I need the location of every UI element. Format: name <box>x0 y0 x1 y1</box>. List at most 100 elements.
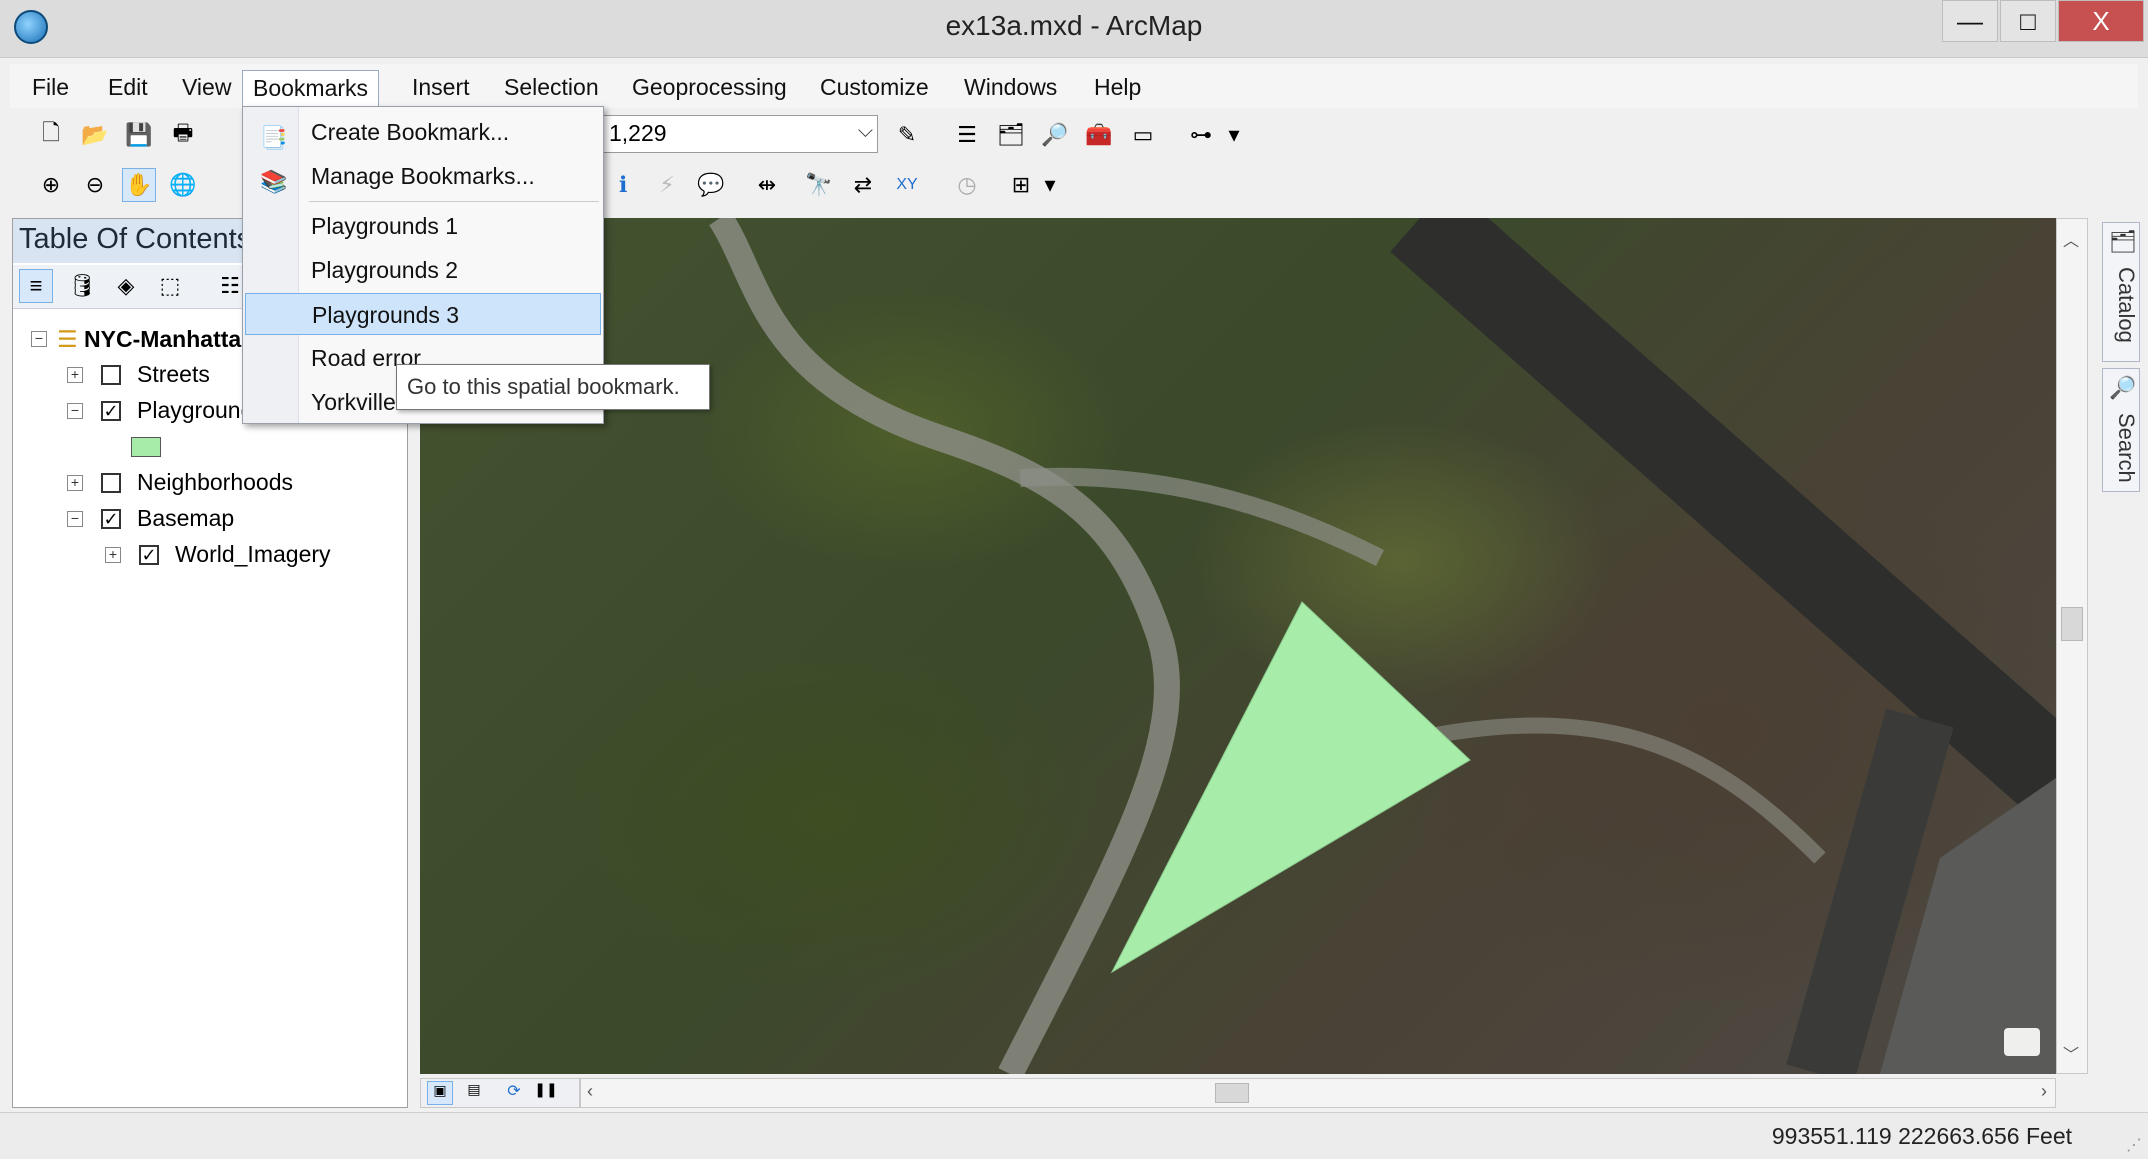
streets-layer-checkbox[interactable] <box>101 365 121 385</box>
time-slider-icon[interactable]: ◷ <box>950 168 984 202</box>
catalog-tab-label: Catalog <box>2114 267 2139 343</box>
playgrounds-symbol-swatch[interactable] <box>131 437 161 457</box>
streets-layer-label[interactable]: Streets <box>137 357 210 391</box>
world-imagery-layer-label[interactable]: World_Imagery <box>175 537 331 571</box>
menu-help[interactable]: Help <box>1084 70 1151 106</box>
collapse-data-frame-icon[interactable]: − <box>31 331 47 347</box>
menu-bar: File Edit View Bookmarks Insert Selectio… <box>10 64 2138 108</box>
map-horizontal-scrollbar[interactable]: ‹ › <box>580 1078 2056 1108</box>
scroll-right-icon[interactable]: › <box>2041 1081 2047 1102</box>
arctoolbox-icon[interactable]: 🧰 <box>1082 118 1116 152</box>
toolbar-options-icon[interactable]: ▾ <box>1040 168 1060 202</box>
menu-windows[interactable]: Windows <box>954 70 1067 106</box>
create-bookmark-icon: 📑 <box>260 125 288 150</box>
catalog-side-tab[interactable]: 🗂 Catalog <box>2102 222 2140 362</box>
html-popup-icon[interactable]: 💬 <box>694 168 728 202</box>
data-frame-name: NYC-Manhattan <box>84 326 256 352</box>
create-viewer-window-icon[interactable]: ⊞ <box>1004 168 1038 202</box>
print-icon[interactable]: 🖶 <box>166 118 200 152</box>
create-bookmark-menu-item[interactable]: 📑 Create Bookmark... <box>245 111 601 153</box>
toolbar-options-icon[interactable]: ▾ <box>1224 118 1244 152</box>
menu-selection[interactable]: Selection <box>494 70 609 106</box>
data-view-icon[interactable]: ▣ <box>427 1081 453 1105</box>
maximize-button[interactable]: □ <box>2000 0 2056 42</box>
list-by-drawing-order-icon[interactable]: ≡ <box>19 269 53 303</box>
list-by-selection-icon[interactable]: ⬚ <box>153 269 187 303</box>
close-button[interactable]: X <box>2058 0 2144 42</box>
scroll-up-icon[interactable]: ︿ <box>2063 227 2079 251</box>
bookmark-playgrounds-1[interactable]: Playgrounds 1 <box>245 205 601 247</box>
basemap-layer-checkbox[interactable]: ✓ <box>101 509 121 529</box>
world-imagery-layer-checkbox[interactable]: ✓ <box>139 545 159 565</box>
map-tips-icon[interactable] <box>2004 1028 2040 1056</box>
collapse-layer-icon[interactable]: − <box>67 403 83 419</box>
map-vertical-scrollbar[interactable]: ︿ ﹀ <box>2056 218 2088 1074</box>
open-folder-icon[interactable]: 📂 <box>78 118 112 152</box>
horizontal-scroll-thumb[interactable] <box>1215 1083 1249 1103</box>
menu-edit[interactable]: Edit <box>98 70 158 106</box>
table-of-contents-icon[interactable]: ☰ <box>950 118 984 152</box>
scroll-left-icon[interactable]: ‹ <box>587 1081 593 1102</box>
scroll-down-icon[interactable]: ﹀ <box>2063 1041 2079 1065</box>
map-view-controls: ▣ ▤ ⟳ ❚❚ <box>420 1078 580 1108</box>
editor-toolbar-icon[interactable]: ✎ <box>890 118 924 152</box>
avenue-road <box>1390 218 2056 812</box>
neighborhoods-layer-checkbox[interactable] <box>101 473 121 493</box>
list-by-visibility-icon[interactable]: ◈ <box>109 269 143 303</box>
resize-grip-icon[interactable]: ⋰ <box>2126 1135 2142 1155</box>
expand-layer-icon[interactable]: + <box>105 547 121 563</box>
title-bar: ex13a.mxd - ArcMap — □ X <box>0 0 2148 58</box>
find-route-icon[interactable]: ⇄ <box>846 168 880 202</box>
basemap-layer-label[interactable]: Basemap <box>137 501 234 535</box>
map-scale-value: 1,229 <box>609 120 667 146</box>
new-document-icon[interactable]: 🗋 <box>34 118 68 152</box>
full-extent-globe-icon[interactable]: 🌐 <box>166 168 200 202</box>
neighborhoods-layer-label[interactable]: Neighborhoods <box>137 465 293 499</box>
menu-bookmarks[interactable]: Bookmarks <box>242 70 380 106</box>
manage-bookmarks-icon: 📚 <box>260 169 288 194</box>
vertical-scroll-thumb[interactable] <box>2061 607 2083 641</box>
search-tab-label: Search <box>2114 413 2139 483</box>
map-display[interactable] <box>420 218 2056 1074</box>
menu-customize[interactable]: Customize <box>810 70 939 106</box>
search-window-icon[interactable]: 🔎 <box>1038 118 1072 152</box>
search-side-tab[interactable]: 🔎 Search <box>2102 368 2140 492</box>
refresh-icon[interactable]: ⟳ <box>501 1081 527 1105</box>
status-bar: 993551.119 222663.656 Feet ⋰ <box>0 1112 2148 1159</box>
zoom-out-icon[interactable]: ⊖ <box>78 168 112 202</box>
menu-separator <box>309 201 599 202</box>
list-by-source-icon[interactable]: 🛢 <box>65 269 99 303</box>
collapse-layer-icon[interactable]: − <box>67 511 83 527</box>
menu-geoprocessing[interactable]: Geoprocessing <box>622 70 797 106</box>
minimize-button[interactable]: — <box>1942 0 1998 42</box>
python-window-icon[interactable]: ▭ <box>1126 118 1160 152</box>
window-title: ex13a.mxd - ArcMap <box>945 10 1203 41</box>
menu-insert[interactable]: Insert <box>402 70 480 106</box>
manage-bookmarks-menu-item[interactable]: 📚 Manage Bookmarks... <box>245 155 601 197</box>
pan-hand-icon[interactable]: ✋ <box>122 168 156 202</box>
layers-icon: ☰ <box>57 326 78 352</box>
zoom-in-icon[interactable]: ⊕ <box>34 168 68 202</box>
map-scale-dropdown[interactable]: 1,229 ⌵ <box>600 115 878 153</box>
catalog-icon: 🗂 <box>2109 229 2137 254</box>
model-builder-icon[interactable]: ⊶ <box>1184 118 1218 152</box>
data-frame[interactable]: ☰ NYC-Manhattan <box>57 322 255 356</box>
expand-layer-icon[interactable]: + <box>67 367 83 383</box>
pause-drawing-icon[interactable]: ❚❚ <box>533 1081 559 1105</box>
measure-icon[interactable]: ⇹ <box>750 168 784 202</box>
expand-layer-icon[interactable]: + <box>67 475 83 491</box>
save-icon[interactable]: 💾 <box>122 118 156 152</box>
bookmark-tooltip: Go to this spatial bookmark. <box>396 364 710 410</box>
identify-icon[interactable]: ℹ <box>606 168 640 202</box>
layout-view-icon[interactable]: ▤ <box>461 1081 487 1105</box>
catalog-window-icon[interactable]: 🗂 <box>994 118 1028 152</box>
bookmark-playgrounds-2[interactable]: Playgrounds 2 <box>245 249 601 291</box>
menu-file[interactable]: File <box>22 70 79 106</box>
menu-view[interactable]: View <box>172 70 241 106</box>
go-to-xy-icon[interactable]: XY <box>890 168 924 202</box>
playgrounds-layer-checkbox[interactable]: ✓ <box>101 401 121 421</box>
chevron-down-icon: ⌵ <box>857 120 873 142</box>
hyperlink-icon[interactable]: ⚡ <box>650 168 684 202</box>
bookmark-playgrounds-3[interactable]: Playgrounds 3 <box>245 293 601 335</box>
find-binoculars-icon[interactable]: 🔭 <box>802 168 836 202</box>
